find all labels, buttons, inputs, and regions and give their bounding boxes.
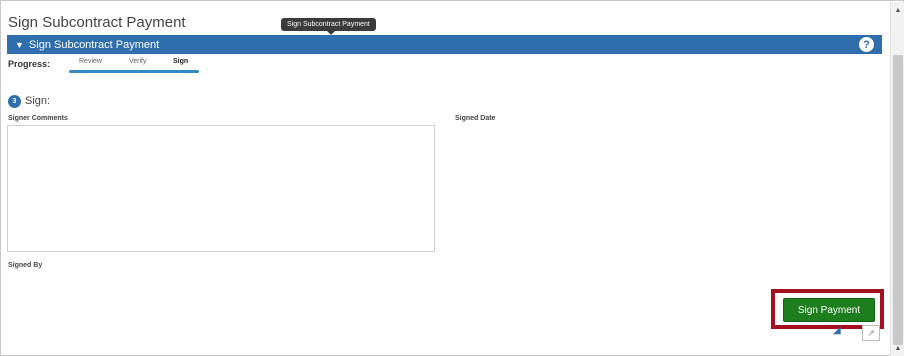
progress-label: Progress: [8, 59, 51, 69]
signer-comments-label: Signer Comments [8, 115, 68, 122]
section-title: Sign Subcontract Payment [28, 38, 160, 51]
page-title: Sign Subcontract Payment [8, 14, 186, 31]
scroll-down-icon[interactable]: ▲ [891, 342, 904, 354]
expand-icon[interactable]: ↗ [862, 325, 880, 341]
step-number-badge: 3 [8, 95, 21, 108]
vertical-scrollbar[interactable]: ▲ ▲ [890, 2, 904, 356]
signed-date-label: Signed Date [455, 115, 496, 122]
step-title: Sign: [25, 95, 51, 107]
help-icon[interactable]: ? [859, 37, 874, 52]
pin-icon[interactable]: ◢ [833, 325, 841, 336]
section-header[interactable]: ▼ Sign Subcontract Payment ? [7, 35, 882, 54]
progress-step-sign[interactable]: Sign [173, 58, 188, 65]
sign-payment-button[interactable]: Sign Payment [783, 298, 875, 322]
progress-step-verify[interactable]: Verify [129, 58, 147, 65]
scroll-thumb[interactable] [893, 55, 903, 345]
tooltip: Sign Subcontract Payment [281, 18, 376, 35]
chevron-down-icon[interactable]: ▼ [15, 40, 24, 50]
signer-comments-field[interactable] [7, 125, 435, 252]
app-frame: Sign Subcontract Payment Sign Subcontrac… [0, 0, 904, 356]
progress-bar [69, 70, 199, 73]
progress-steps: Review Verify Sign [69, 58, 199, 74]
scroll-up-icon[interactable]: ▲ [891, 4, 904, 16]
progress-step-review[interactable]: Review [79, 58, 102, 65]
signed-by-label: Signed By [8, 262, 43, 269]
